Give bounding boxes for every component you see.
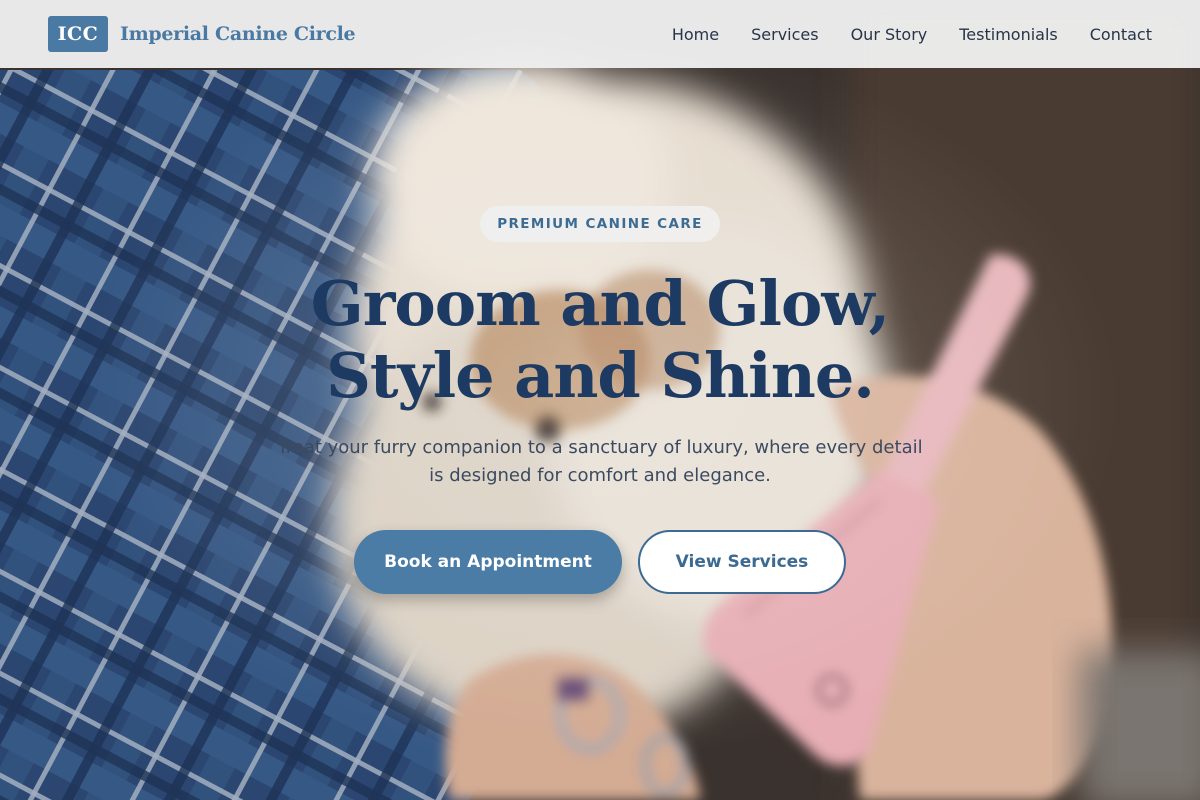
hero-title-line-1: Groom and Glow, — [310, 267, 890, 340]
nav-link-home[interactable]: Home — [672, 25, 719, 44]
view-services-button[interactable]: View Services — [638, 530, 846, 594]
hero-section: PREMIUM CANINE CARE Groom and Glow, Styl… — [0, 68, 1200, 800]
nav-link-our-story[interactable]: Our Story — [851, 25, 928, 44]
hero-title: Groom and Glow, Style and Shine. — [200, 268, 1000, 412]
main-nav: Home Services Our Story Testimonials Con… — [672, 25, 1152, 44]
hero-tagline-pill: PREMIUM CANINE CARE — [480, 206, 720, 242]
brand-name: Imperial Canine Circle — [120, 23, 356, 45]
nav-link-services[interactable]: Services — [751, 25, 818, 44]
brand-badge: ICC — [48, 16, 108, 52]
brand-logo[interactable]: ICC Imperial Canine Circle — [48, 16, 356, 52]
hero-subtitle: Treat your furry companion to a sanctuar… — [277, 437, 923, 486]
hero-title-line-2: Style and Shine. — [326, 339, 875, 412]
landing-page: ICC Imperial Canine Circle Home Services… — [0, 0, 1200, 800]
site-header: ICC Imperial Canine Circle Home Services… — [0, 0, 1200, 68]
nav-link-contact[interactable]: Contact — [1090, 25, 1152, 44]
nav-link-testimonials[interactable]: Testimonials — [959, 25, 1058, 44]
book-appointment-button[interactable]: Book an Appointment — [354, 530, 622, 594]
